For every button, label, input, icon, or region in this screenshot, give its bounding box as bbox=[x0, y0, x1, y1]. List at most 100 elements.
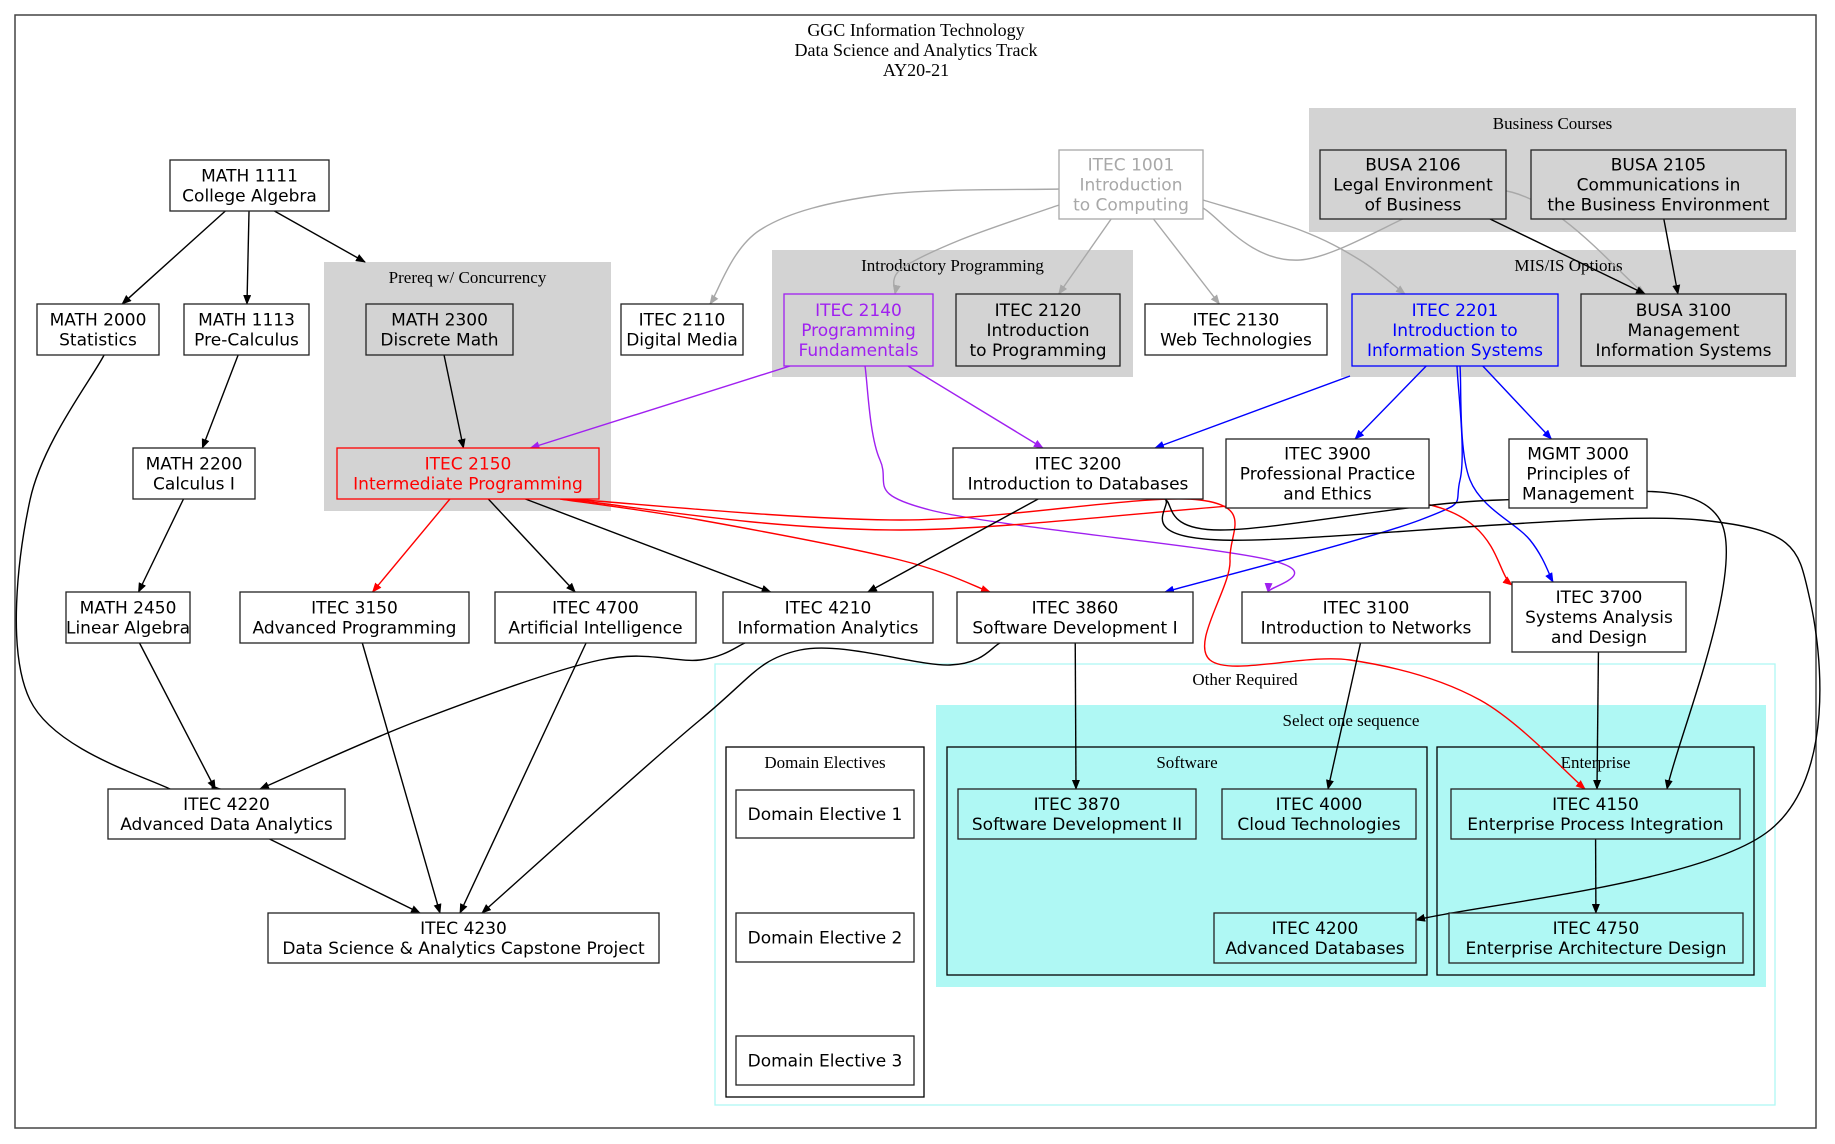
course-title: the Business Environment bbox=[1547, 196, 1770, 216]
course-title: Calculus I bbox=[153, 475, 235, 495]
course-title: to Programming bbox=[969, 341, 1106, 361]
course-node-busa2106[interactable]: BUSA 2106Legal Environmentof Business bbox=[1319, 149, 1507, 220]
course-node-busa2105[interactable]: BUSA 2105Communications inthe Business E… bbox=[1530, 149, 1787, 220]
course-node-itec2150[interactable]: ITEC 2150Intermediate Programming bbox=[336, 447, 600, 500]
course-title: Introduction to Networks bbox=[1261, 619, 1472, 639]
course-node-itec3900[interactable]: ITEC 3900Professional Practiceand Ethics bbox=[1225, 438, 1430, 509]
course-node-itec3870[interactable]: ITEC 3870Software Development II bbox=[957, 788, 1197, 840]
course-node-itec3700[interactable]: ITEC 3700Systems Analysisand Design bbox=[1511, 581, 1687, 653]
course-title: Data Science & Analytics Capstone Projec… bbox=[282, 939, 645, 959]
course-code: ITEC 2150 bbox=[425, 455, 512, 475]
course-title: Fundamentals bbox=[798, 341, 918, 361]
course-code: ITEC 3700 bbox=[1556, 588, 1643, 608]
course-node-math2000[interactable]: MATH 2000Statistics bbox=[36, 303, 160, 356]
course-node-itec4210[interactable]: ITEC 4210Information Analytics bbox=[722, 591, 934, 644]
course-node-math2300[interactable]: MATH 2300Discrete Math bbox=[365, 303, 514, 356]
course-code: ITEC 3870 bbox=[1034, 795, 1121, 815]
course-title: Introduction bbox=[1080, 176, 1183, 196]
course-code: ITEC 4200 bbox=[1272, 919, 1359, 939]
course-title: Principles of bbox=[1526, 465, 1630, 485]
course-node-math2200[interactable]: MATH 2200Calculus I bbox=[132, 447, 256, 500]
course-node-de1[interactable]: Domain Elective 1 bbox=[735, 789, 915, 839]
course-node-itec2201[interactable]: ITEC 2201Introduction toInformation Syst… bbox=[1351, 293, 1559, 367]
course-code: BUSA 3100 bbox=[1636, 301, 1732, 321]
course-node-itec4150[interactable]: ITEC 4150Enterprise Process Integration bbox=[1450, 788, 1741, 840]
course-code: ITEC 2140 bbox=[815, 301, 902, 321]
course-code: ITEC 2120 bbox=[995, 301, 1082, 321]
course-code: ITEC 2201 bbox=[1412, 301, 1499, 321]
course-code: ITEC 2130 bbox=[1193, 311, 1280, 331]
course-title: Web Technologies bbox=[1160, 331, 1312, 351]
course-title: Linear Algebra bbox=[66, 619, 190, 639]
course-code: MATH 1111 bbox=[201, 167, 298, 187]
course-title: Programming bbox=[801, 321, 916, 341]
course-node-itec3100[interactable]: ITEC 3100Introduction to Networks bbox=[1241, 591, 1491, 644]
course-code: BUSA 2106 bbox=[1365, 156, 1461, 176]
course-node-itec1001[interactable]: ITEC 1001Introductionto Computing bbox=[1058, 149, 1204, 220]
course-node-de2[interactable]: Domain Elective 2 bbox=[735, 912, 915, 963]
course-node-itec2120[interactable]: ITEC 2120Introductionto Programming bbox=[955, 293, 1121, 367]
cluster-label: Domain Electives bbox=[764, 753, 885, 772]
course-node-itec4700[interactable]: ITEC 4700Artificial Intelligence bbox=[494, 591, 697, 644]
course-title: Software Development I bbox=[972, 619, 1177, 639]
course-node-mgmt3000[interactable]: MGMT 3000Principles ofManagement bbox=[1508, 438, 1648, 509]
course-code: Domain Elective 3 bbox=[748, 1052, 903, 1072]
course-title: Cloud Technologies bbox=[1237, 815, 1400, 835]
course-title: Legal Environment bbox=[1333, 176, 1493, 196]
course-node-itec2140[interactable]: ITEC 2140ProgrammingFundamentals bbox=[783, 293, 934, 367]
course-title: and Design bbox=[1551, 628, 1647, 648]
cluster-label: Enterprise bbox=[1561, 753, 1631, 772]
course-node-math1111[interactable]: MATH 1111College Algebra bbox=[169, 159, 330, 212]
course-node-itec3150[interactable]: ITEC 3150Advanced Programming bbox=[239, 591, 470, 644]
course-code: MATH 1113 bbox=[198, 311, 295, 331]
cluster-label: Select one sequence bbox=[1283, 711, 1420, 730]
course-code: MGMT 3000 bbox=[1527, 445, 1629, 465]
course-node-itec3200[interactable]: ITEC 3200Introduction to Databases bbox=[952, 447, 1204, 500]
cluster-label: Introductory Programming bbox=[861, 256, 1044, 275]
course-code: ITEC 4230 bbox=[420, 919, 507, 939]
course-title: Information Systems bbox=[1595, 341, 1771, 361]
course-code: ITEC 1001 bbox=[1088, 156, 1175, 176]
course-code: ITEC 4210 bbox=[785, 599, 872, 619]
course-node-itec4220[interactable]: ITEC 4220Advanced Data Analytics bbox=[107, 788, 346, 840]
course-code: ITEC 4220 bbox=[183, 795, 270, 815]
course-node-itec4750[interactable]: ITEC 4750Enterprise Architecture Design bbox=[1448, 912, 1744, 964]
course-code: ITEC 3100 bbox=[1323, 599, 1410, 619]
course-node-math1113[interactable]: MATH 1113Pre-Calculus bbox=[183, 303, 310, 356]
course-node-itec4230[interactable]: ITEC 4230Data Science & Analytics Capsto… bbox=[267, 912, 660, 964]
course-node-busa3100[interactable]: BUSA 3100ManagementInformation Systems bbox=[1580, 293, 1787, 367]
course-code: ITEC 3200 bbox=[1035, 455, 1122, 475]
course-node-itec4000[interactable]: ITEC 4000Cloud Technologies bbox=[1221, 788, 1417, 840]
cluster-label: Business Courses bbox=[1493, 114, 1612, 133]
cluster-label: MIS/IS Options bbox=[1514, 256, 1622, 275]
course-title: Information Analytics bbox=[737, 619, 918, 639]
course-code: MATH 2300 bbox=[391, 311, 488, 331]
course-title: College Algebra bbox=[182, 187, 317, 207]
course-title: Advanced Databases bbox=[1225, 939, 1404, 959]
title-line-1: GGC Information Technology bbox=[807, 20, 1024, 40]
course-title: Discrete Math bbox=[380, 331, 498, 351]
course-node-itec4200[interactable]: ITEC 4200Advanced Databases bbox=[1213, 912, 1417, 964]
course-node-itec3860[interactable]: ITEC 3860Software Development I bbox=[956, 591, 1194, 644]
course-title: Introduction to Databases bbox=[968, 475, 1189, 495]
course-node-de3[interactable]: Domain Elective 3 bbox=[735, 1035, 915, 1086]
course-code: MATH 2450 bbox=[80, 599, 177, 619]
course-code: Domain Elective 1 bbox=[748, 805, 903, 825]
course-title: Information Systems bbox=[1367, 341, 1543, 361]
course-title: Advanced Data Analytics bbox=[120, 815, 333, 835]
course-node-math2450[interactable]: MATH 2450Linear Algebra bbox=[65, 591, 191, 644]
course-title: Advanced Programming bbox=[253, 619, 457, 639]
course-code: MATH 2200 bbox=[146, 455, 243, 475]
course-code: ITEC 4750 bbox=[1553, 919, 1640, 939]
cluster-label: Prereq w/ Concurrency bbox=[389, 268, 547, 287]
course-code: ITEC 4000 bbox=[1276, 795, 1363, 815]
course-node-itec2130[interactable]: ITEC 2130Web Technologies bbox=[1144, 303, 1328, 356]
course-title: Statistics bbox=[59, 331, 137, 351]
course-title: Management bbox=[1522, 485, 1634, 505]
course-title: Enterprise Architecture Design bbox=[1465, 939, 1726, 959]
course-title: Software Development II bbox=[972, 815, 1182, 835]
course-code: ITEC 4700 bbox=[552, 599, 639, 619]
course-node-itec2110[interactable]: ITEC 2110Digital Media bbox=[620, 303, 744, 356]
course-code: ITEC 3860 bbox=[1032, 599, 1119, 619]
course-code: BUSA 2105 bbox=[1611, 156, 1707, 176]
